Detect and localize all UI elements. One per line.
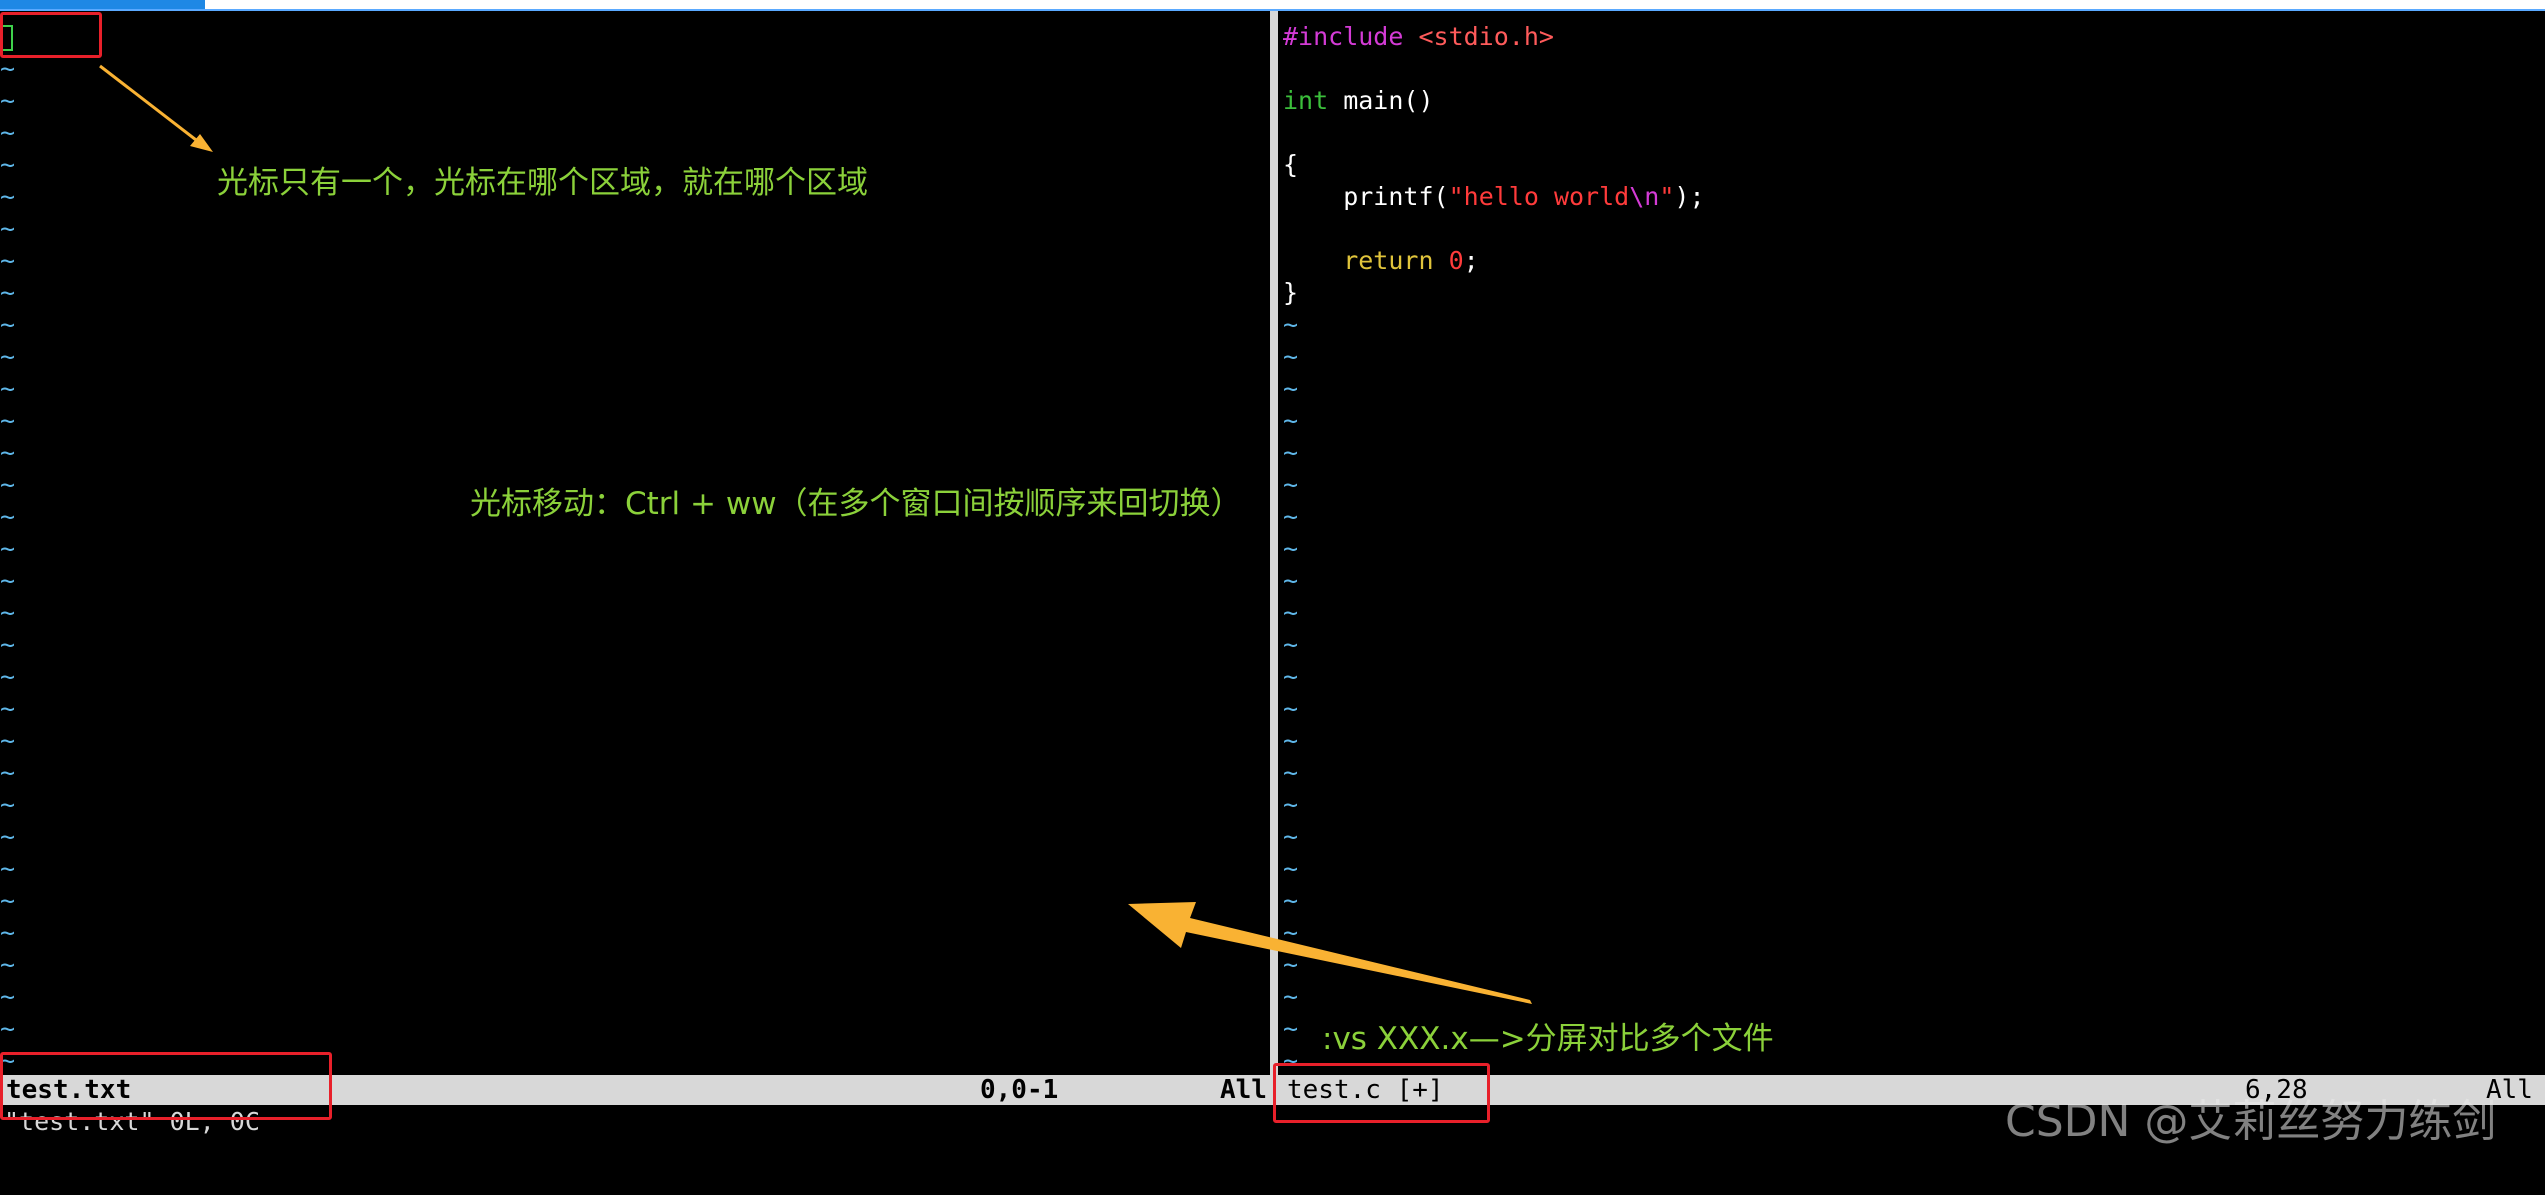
tilde-line: ~ <box>0 598 16 627</box>
tilde-line: ~ <box>0 278 16 307</box>
tilde-line: ~ <box>0 534 16 563</box>
right-filename-highlight-box <box>1273 1063 1490 1123</box>
tilde-line: ~ <box>1283 694 1299 723</box>
tilde-line: ~ <box>0 150 16 179</box>
vertical-split-separator[interactable] <box>1266 11 1283 1075</box>
tilde-line: ~ <box>0 950 16 979</box>
tilde-line: ~ <box>0 694 16 723</box>
tilde-line: ~ <box>0 630 16 659</box>
tilde-line: ~ <box>1283 950 1299 979</box>
tilde-line: ~ <box>1283 566 1299 595</box>
tilde-line: ~ <box>1283 470 1299 499</box>
cursor-highlight-box <box>0 12 102 58</box>
tilde-line: ~ <box>0 342 16 371</box>
code-line-1: #include <stdio.h> <box>1283 22 1554 51</box>
left-status-position: 0,0-1 <box>980 1075 1059 1105</box>
tilde-line: ~ <box>1283 438 1299 467</box>
cursor-annotation: 光标只有一个，光标在哪个区域，就在哪个区域 <box>217 165 868 201</box>
tilde-line: ~ <box>1283 726 1299 755</box>
tilde-line: ~ <box>1283 598 1299 627</box>
tilde-line: ~ <box>0 662 16 691</box>
terminal-tab-bar <box>0 0 2545 11</box>
tilde-line: ~ <box>1283 374 1299 403</box>
tilde-line: ~ <box>1283 630 1299 659</box>
code-line-3: int main() <box>1283 86 1434 115</box>
tilde-line: ~ <box>0 438 16 467</box>
tilde-line: ~ <box>1283 502 1299 531</box>
tilde-line: ~ <box>0 982 16 1011</box>
right-buffer-lines: #include <stdio.h> int main() { printf("… <box>1283 21 1705 1075</box>
tilde-line: ~ <box>0 406 16 435</box>
tilde-line: ~ <box>0 822 16 851</box>
tilde-line: ~ <box>0 374 16 403</box>
cursor-move-annotation: 光标移动：Ctrl + ww（在多个窗口间按顺序来回切换） <box>470 486 1242 522</box>
tilde-line: ~ <box>0 886 16 915</box>
tilde-line: ~ <box>0 918 16 947</box>
tilde-line: ~ <box>0 86 16 115</box>
tilde-line: ~ <box>0 470 16 499</box>
left-status-scroll: All <box>1220 1075 1267 1105</box>
tilde-line: ~ <box>1283 662 1299 691</box>
tilde-line: ~ <box>0 1014 16 1043</box>
right-editor-pane[interactable]: #include <stdio.h> int main() { printf("… <box>1283 11 2545 1075</box>
code-line-5: { <box>1283 150 1299 179</box>
tilde-line: ~ <box>1283 406 1299 435</box>
code-line-8: return 0; <box>1283 246 1479 275</box>
tilde-line: ~ <box>1283 854 1299 883</box>
left-buffer-lines: ~ ~ ~ ~ ~ ~ ~ ~ ~ ~ ~ ~ ~ ~ ~ ~ ~ ~ ~ ~ ~ ~ ~ ~ ~ ~ ~ ~ ~ ~ ~ ~ <box>0 21 15 1075</box>
tilde-line: ~ <box>0 182 16 211</box>
code-line-6: printf("hello world\n"); <box>1283 182 1705 211</box>
tilde-line: ~ <box>0 790 16 819</box>
csdn-watermark: CSDN @艾莉丝努力练剑 <box>2005 1096 2497 1147</box>
tilde-line: ~ <box>0 566 16 595</box>
tilde-line: ~ <box>1283 758 1299 787</box>
tilde-line: ~ <box>0 214 16 243</box>
tilde-line: ~ <box>0 118 16 147</box>
tilde-line: ~ <box>1283 790 1299 819</box>
tilde-line: ~ <box>1283 886 1299 915</box>
tilde-line: ~ <box>1283 310 1299 339</box>
tilde-line: ~ <box>0 854 16 883</box>
tilde-line: ~ <box>0 310 16 339</box>
tilde-line: ~ <box>1283 534 1299 563</box>
tilde-line: ~ <box>0 502 16 531</box>
tilde-line: ~ <box>0 246 16 275</box>
tilde-line: ~ <box>1283 342 1299 371</box>
tilde-line: ~ <box>1283 982 1299 1011</box>
split-screen-annotation: :vs XXX.x—>分屏对比多个文件 <box>1322 1021 1774 1057</box>
left-filename-highlight-box <box>0 1052 332 1120</box>
tilde-line: ~ <box>0 726 16 755</box>
tilde-line: ~ <box>0 758 16 787</box>
code-line-9: } <box>1283 278 1299 307</box>
tilde-line: ~ <box>1283 822 1299 851</box>
tilde-line: ~ <box>1283 918 1299 947</box>
